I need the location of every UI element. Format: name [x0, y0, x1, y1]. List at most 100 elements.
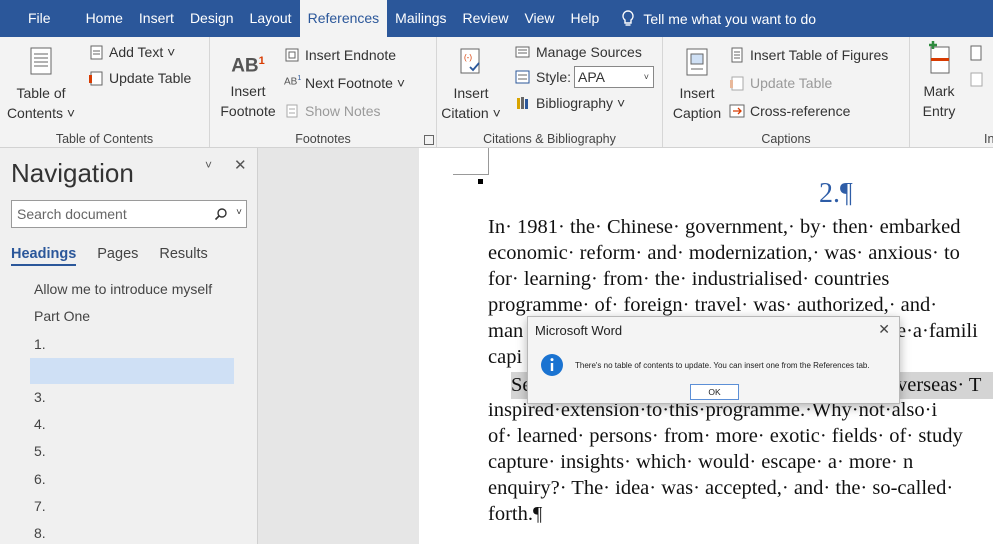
heading-item[interactable]: 5. [0, 438, 257, 465]
group-table-of-contents: Table of Contents ˅ Add Text ˅ Update Ta… [0, 37, 210, 147]
group-citations-bibliography: (-) Insert Citation ˅ Manage Sources Sty… [437, 37, 663, 147]
update-table-icon [89, 71, 103, 86]
tab-file[interactable]: File [0, 0, 78, 37]
tab-pages[interactable]: Pages [97, 246, 138, 266]
page-corner-marker [453, 148, 489, 175]
anchor-icon [478, 179, 483, 184]
insert-footnote-button[interactable]: AB1 Insert Footnote [218, 51, 278, 121]
citation-style-select[interactable]: APA ˅ [574, 66, 655, 88]
section-heading: 2.¶ [819, 178, 853, 209]
heading-item[interactable]: Allow me to introduce myself [0, 276, 257, 303]
tab-home[interactable]: Home [78, 0, 131, 37]
insert-citation-label-2: Citation ˅ [441, 105, 501, 121]
body-line: economic· reform· and· modernization,· w… [488, 242, 960, 264]
show-notes-label: Show Notes [305, 103, 381, 119]
body-line: programme· of· foreign· travel· was· aut… [488, 294, 938, 316]
heading-item[interactable]: Part One [0, 303, 257, 330]
update-index-button[interactable] [968, 68, 989, 90]
heading-item-selected[interactable] [30, 357, 234, 384]
mark-entry-button[interactable]: Mark Entry [916, 41, 962, 121]
body-line: forth.¶ [488, 503, 543, 525]
ok-button[interactable]: OK [690, 384, 739, 400]
search-document-input[interactable]: Search document ˅ [11, 200, 247, 228]
group-label-index: In [984, 132, 993, 146]
heading-item[interactable]: 4. [0, 411, 257, 438]
body-line-fragment: e·a·famili [897, 320, 978, 342]
search-placeholder: Search document [17, 206, 127, 222]
table-of-contents-button[interactable]: Table of Contents ˅ [6, 47, 76, 123]
heading-item[interactable]: 1. [0, 331, 257, 358]
tab-references[interactable]: References [299, 0, 388, 37]
insert-caption-label-2: Caption [672, 105, 722, 121]
body-line: for· learning· from· the· industrialised… [488, 268, 890, 290]
insert-citation-label-1: Insert [453, 85, 489, 101]
bibliography-icon [517, 97, 528, 109]
close-icon[interactable]: ✕ [878, 321, 890, 338]
navigation-pane: Navigation ˅ ✕ Search document ˅ Heading… [0, 148, 258, 544]
tab-design[interactable]: Design [182, 0, 242, 37]
bibliography-button[interactable]: Bibliography ˅ [515, 92, 625, 114]
next-footnote-icon: AB1 [284, 75, 302, 88]
manage-sources-label: Manage Sources [536, 44, 642, 60]
heading-item[interactable]: 7. [0, 493, 257, 520]
show-notes-button[interactable]: Show Notes [284, 100, 380, 122]
add-text-icon [90, 45, 103, 60]
tab-review[interactable]: Review [455, 0, 517, 37]
heading-item[interactable]: 8. [0, 520, 257, 544]
update-table-figures-button[interactable]: Update Table [729, 72, 832, 94]
citation-style-value: APA [578, 69, 605, 85]
highlighted-text: verseas· T [897, 372, 993, 399]
citation-style-control: Style: APA ˅ [515, 66, 655, 88]
tab-help[interactable]: Help [563, 0, 608, 37]
bibliography-label: Bibliography ˅ [536, 95, 626, 111]
insert-citation-button[interactable]: (-) Insert Citation ˅ [441, 47, 501, 123]
mark-entry-label-1: Mark [923, 83, 955, 99]
body-line: enquiry?· The· idea· was· accepted,· and… [488, 477, 954, 499]
update-table-button[interactable]: Update Table [88, 67, 191, 89]
tab-view[interactable]: View [516, 0, 562, 37]
group-label-captions: Captions [761, 132, 811, 146]
search-options-chevron-icon[interactable]: ˅ [236, 207, 242, 218]
group-label-toc: Table of Contents [55, 132, 154, 146]
close-icon[interactable]: ✕ [234, 156, 247, 174]
group-footnotes: AB1 Insert Footnote Insert Endnote AB1 N… [210, 37, 437, 147]
insert-caption-label-1: Insert [679, 85, 715, 101]
chevron-down-icon: ˅ [643, 72, 650, 82]
manage-sources-button[interactable]: Manage Sources [515, 41, 642, 63]
tab-results[interactable]: Results [159, 246, 207, 266]
next-footnote-button[interactable]: AB1 Next Footnote ˅ [284, 72, 405, 94]
tab-insert[interactable]: Insert [131, 0, 182, 37]
next-footnote-label: Next Footnote ˅ [305, 75, 406, 91]
search-icon[interactable] [214, 207, 228, 221]
body-line: capture· insights· which· would· escape·… [488, 451, 914, 473]
insert-table-of-figures-label: Insert Table of Figures [750, 47, 889, 63]
heading-item[interactable]: 6. [0, 466, 257, 493]
insert-index-icon [970, 45, 982, 61]
style-icon [515, 70, 530, 84]
style-label: Style: [536, 69, 572, 85]
insert-table-of-figures-button[interactable]: Insert Table of Figures [729, 44, 888, 66]
cross-reference-button[interactable]: Cross-reference [729, 100, 850, 122]
tab-headings[interactable]: Headings [11, 246, 77, 266]
ribbon-tab-bar: File Home Insert Design Layout Reference… [0, 0, 993, 37]
add-text-button[interactable]: Add Text ˅ [88, 41, 175, 63]
lightbulb-icon [622, 9, 634, 26]
update-table-figures-icon [730, 76, 744, 91]
update-index-icon [970, 72, 983, 87]
group-label-citations: Citations & Bibliography [483, 132, 616, 146]
tell-me-box[interactable]: Tell me what you want to do [621, 9, 817, 28]
cross-reference-icon [729, 104, 745, 118]
tell-me-text: Tell me what you want to do [643, 10, 817, 27]
heading-item[interactable]: 3. [0, 384, 257, 411]
table-of-contents-label-2: Contents ˅ [6, 105, 76, 121]
message-dialog: Microsoft Word ✕ There's no table of con… [527, 316, 900, 404]
insert-index-button[interactable] [968, 42, 989, 64]
footnotes-dialog-launcher[interactable] [424, 135, 434, 145]
tab-mailings[interactable]: Mailings [387, 0, 454, 37]
pane-options-chevron-icon[interactable]: ˅ [205, 158, 212, 172]
insert-endnote-button[interactable]: Insert Endnote [284, 44, 396, 66]
endnote-icon [285, 48, 299, 62]
tab-layout[interactable]: Layout [242, 0, 300, 37]
insert-footnote-label-1: Insert [230, 83, 266, 99]
insert-caption-button[interactable]: Insert Caption [667, 47, 727, 123]
